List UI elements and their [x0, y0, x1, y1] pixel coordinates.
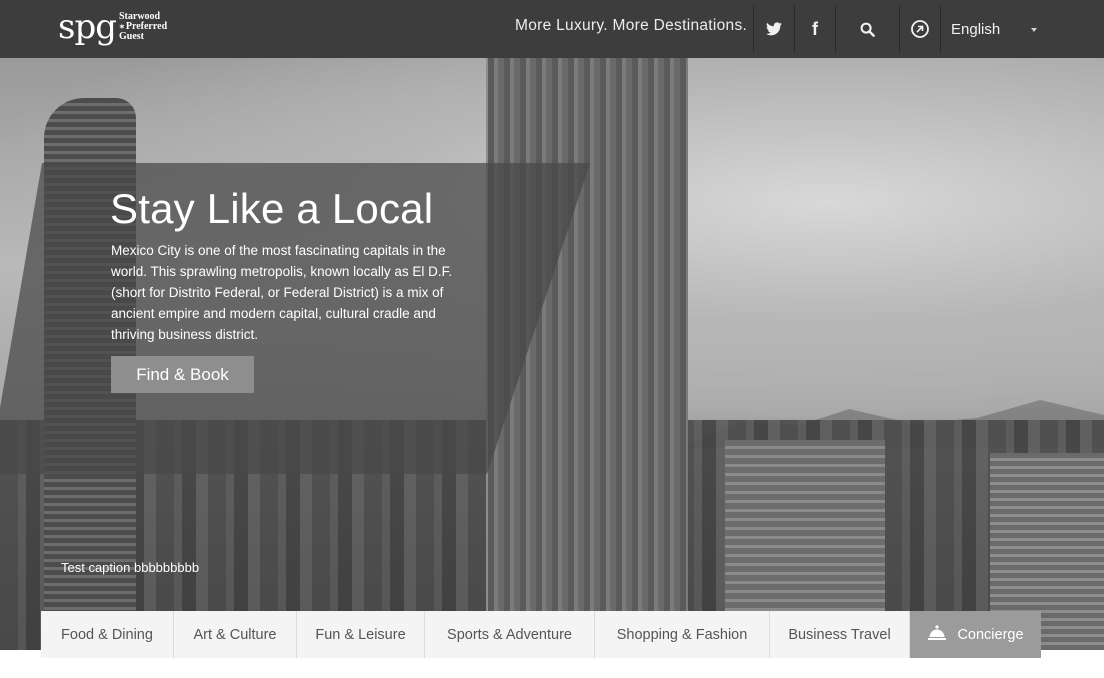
- logo-mark: spg: [58, 7, 117, 47]
- divider: [940, 5, 941, 53]
- tab-sports-adventure[interactable]: Sports & Adventure: [425, 611, 595, 658]
- tab-art-culture[interactable]: Art & Culture: [174, 611, 297, 658]
- spg-badge-icon[interactable]: [900, 0, 940, 58]
- facebook-icon[interactable]: f: [795, 0, 835, 58]
- tab-fun-leisure[interactable]: Fun & Leisure: [297, 611, 425, 658]
- chevron-down-icon: [1031, 28, 1037, 32]
- category-nav: Food & Dining Art & Culture Fun & Leisur…: [41, 611, 1041, 658]
- hero-description: Mexico City is one of the most fascinati…: [111, 243, 453, 342]
- tab-concierge[interactable]: Concierge: [910, 611, 1041, 658]
- language-label: English: [951, 20, 1001, 38]
- tab-business-travel[interactable]: Business Travel: [770, 611, 910, 658]
- hero-caption: Test caption bbbbbbbbb: [61, 560, 200, 575]
- hero-panel: Stay Like a Local Mexico City is one of …: [0, 163, 590, 474]
- twitter-icon[interactable]: [754, 0, 794, 58]
- hero-title: Stay Like a Local: [110, 185, 434, 232]
- logo-word-3: Guest: [118, 31, 144, 42]
- language-select[interactable]: English: [951, 0, 1041, 58]
- top-bar: spg Starwood Preferred Guest More Luxury…: [0, 0, 1104, 58]
- tab-shopping-fashion[interactable]: Shopping & Fashion: [595, 611, 770, 658]
- concierge-bell-icon: [927, 624, 947, 646]
- concierge-label: Concierge: [957, 626, 1024, 643]
- find-book-button[interactable]: Find & Book: [111, 356, 254, 393]
- logo-words: Starwood Preferred Guest: [119, 12, 167, 42]
- search-icon[interactable]: [836, 0, 899, 58]
- spg-logo[interactable]: spg Starwood Preferred Guest: [58, 10, 167, 44]
- tab-food-dining[interactable]: Food & Dining: [41, 611, 174, 658]
- tagline: More Luxury. More Destinations.: [515, 17, 748, 34]
